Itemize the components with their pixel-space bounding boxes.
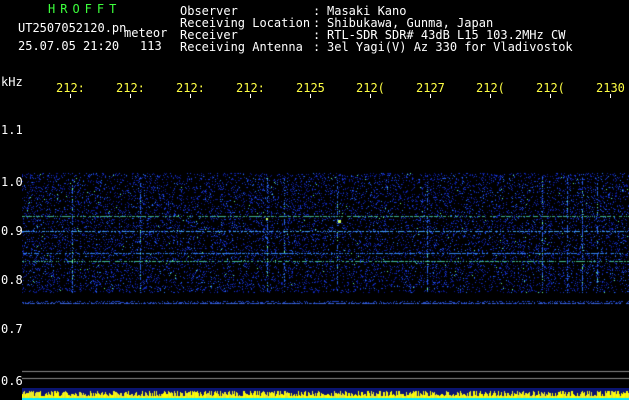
time-tick-label: 212: [116, 81, 145, 95]
time-tick-label: 212: [176, 81, 205, 95]
time-tick-label: 2127 [416, 81, 445, 95]
time-tick-label: 212( [536, 81, 565, 95]
freq-tick-label: 0.8 [1, 273, 23, 287]
y-unit-label: kHz [1, 75, 23, 89]
antenna-label: Receiving Antenna [180, 40, 303, 54]
freq-tick-label: 1.1 [1, 123, 23, 137]
antenna-sep: : [313, 40, 321, 54]
freq-tick-label: 1.0 [1, 175, 23, 189]
hrofft-window: HROFFT UT2507052120.pn meteor 25.07.05 2… [0, 0, 629, 400]
meteor-count: 113 [140, 39, 162, 53]
freq-tick-label: 0.7 [1, 322, 23, 336]
spectrogram-display [22, 98, 629, 388]
hrofft-logo: HROFFT [48, 2, 122, 16]
time-tick-label: 2130 [596, 81, 625, 95]
date-time: 25.07.05 21:20 [18, 39, 120, 53]
time-tick-label: 212( [356, 81, 385, 95]
antenna-value: 3el Yagi(V) Az 330 for Vladivostok [327, 40, 573, 54]
time-tick-label: 212( [476, 81, 505, 95]
freq-tick-label: 0.6 [1, 374, 23, 388]
file-name: UT2507052120.pn [18, 21, 127, 35]
meteor-activity-strip [22, 388, 629, 400]
freq-tick-label: 0.9 [1, 224, 23, 238]
time-tick-label: 212: [56, 81, 85, 95]
time-tick-label: 2125 [296, 81, 325, 95]
time-tick-label: 212: [236, 81, 265, 95]
meteor-label: meteor [124, 26, 168, 40]
